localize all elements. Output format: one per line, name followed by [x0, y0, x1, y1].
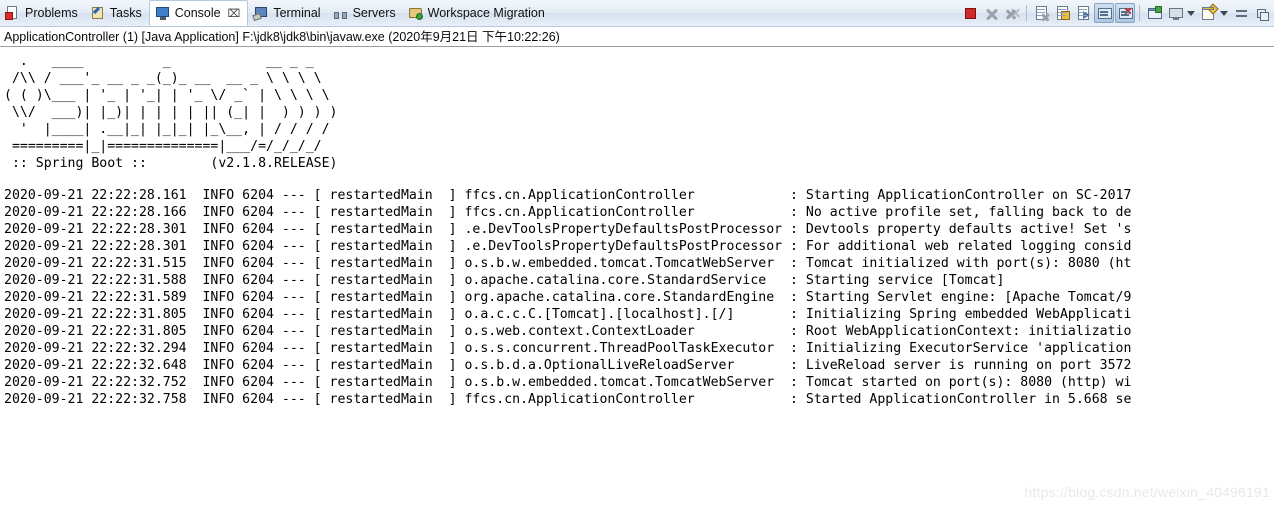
tab-terminal-label: Terminal [273, 5, 321, 20]
chevron-down-icon-new-console[interactable] [1219, 3, 1230, 23]
minimize-button[interactable] [1231, 3, 1251, 23]
remove-all-terminated-button[interactable] [1002, 3, 1022, 23]
servers-icon [333, 5, 349, 21]
maximize-button[interactable] [1252, 3, 1272, 23]
tasks-icon [90, 5, 106, 21]
tab-tasks[interactable]: Tasks [85, 0, 149, 26]
tab-servers-label: Servers [352, 5, 396, 20]
show-console-on-error-button[interactable] [1115, 3, 1135, 23]
tab-tasks-label: Tasks [109, 5, 142, 20]
terminate-button[interactable] [960, 3, 980, 23]
tab-workspace-migration-label: Workspace Migration [427, 5, 545, 20]
remove-launch-button[interactable] [981, 3, 1001, 23]
toolbar-separator [1026, 5, 1027, 21]
open-console-button[interactable] [1144, 3, 1164, 23]
console-icon [155, 5, 171, 21]
workspace-migration-icon [408, 5, 424, 21]
view-tab-bar: Problems Tasks Console ⌧ Terminal Server… [0, 0, 1274, 27]
scroll-lock-button[interactable] [1052, 3, 1072, 23]
tab-terminal[interactable]: Terminal [248, 0, 327, 26]
log-output: 2020-09-21 22:22:28.161 INFO 6204 --- [ … [4, 188, 1132, 407]
spring-boot-banner: . ____ _ __ _ _ /\\ / ___'_ __ _ _(_)_ _… [4, 54, 338, 171]
tab-problems-label: Problems [25, 5, 78, 20]
tab-workspace-migration[interactable]: Workspace Migration [403, 0, 552, 26]
tab-console[interactable]: Console ⌧ [148, 0, 249, 26]
word-wrap-button[interactable] [1073, 3, 1093, 23]
console-output-area[interactable]: . ____ _ __ _ _ /\\ / ___'_ __ _ _(_)_ _… [0, 47, 1274, 508]
tab-problems[interactable]: Problems [0, 0, 85, 26]
watermark: https://blog.csdn.net/weixin_40496191 [1024, 484, 1270, 500]
tab-servers[interactable]: Servers [328, 0, 403, 26]
clear-console-button[interactable] [1031, 3, 1051, 23]
console-toolbar [960, 0, 1274, 26]
tab-console-label: Console [174, 5, 221, 20]
problems-icon [5, 5, 21, 21]
chevron-down-icon-display-console[interactable] [1186, 3, 1197, 23]
display-selected-console-button[interactable] [1165, 3, 1185, 23]
toolbar-separator-2 [1139, 5, 1140, 21]
close-icon[interactable]: ⌧ [228, 7, 241, 20]
terminal-icon [253, 5, 269, 21]
new-console-view-button[interactable] [1198, 3, 1219, 23]
launch-configuration-line: ApplicationController (1) [Java Applicat… [0, 27, 1274, 47]
show-console-on-output-button[interactable] [1094, 3, 1114, 23]
